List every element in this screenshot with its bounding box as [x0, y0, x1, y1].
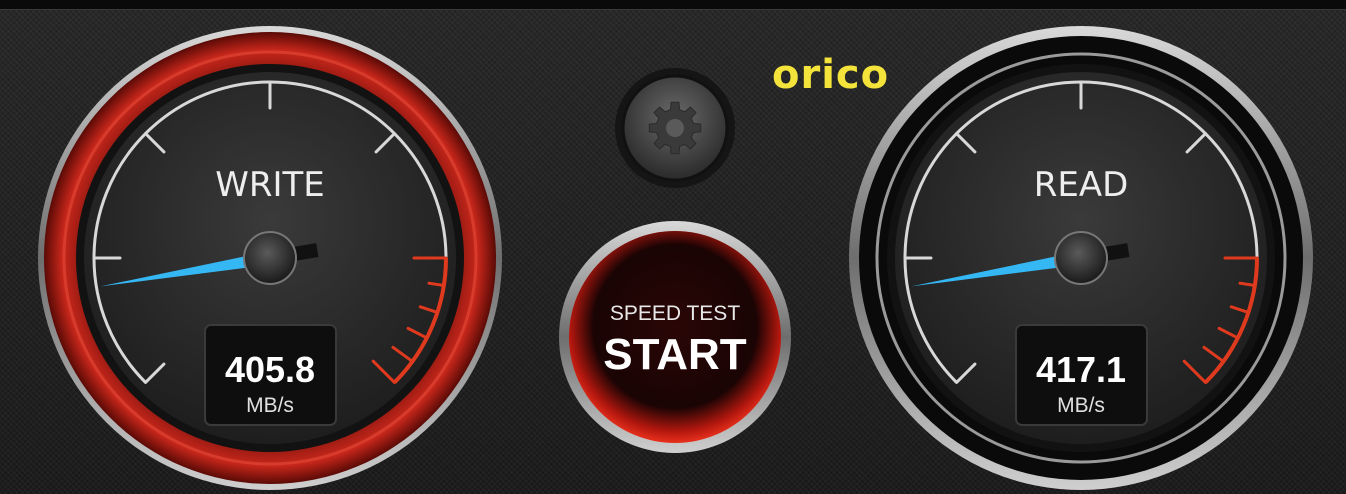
write-speed-value: 405.8 — [225, 349, 315, 390]
start-button[interactable]: SPEED TEST START — [559, 221, 791, 453]
read-gauge: READ 417.1 MB/s — [849, 26, 1313, 490]
app-window: WRITE 405.8 MB/s READ 417.1 MB/s SPEED T… — [0, 0, 1346, 494]
write-speed-unit: MB/s — [246, 394, 294, 417]
gear-center — [666, 119, 684, 137]
start-button-label: START — [603, 330, 747, 379]
read-speed-value: 417.1 — [1036, 349, 1126, 390]
write-gauge: WRITE 405.8 MB/s — [38, 26, 502, 490]
read-gauge-title: READ — [1034, 165, 1129, 205]
start-button-subtitle: SPEED TEST — [610, 302, 740, 325]
write-gauge-title: WRITE — [215, 165, 325, 205]
settings-button[interactable] — [615, 68, 735, 188]
brand-label: orico — [772, 52, 890, 98]
dashboard-canvas: WRITE 405.8 MB/s READ 417.1 MB/s SPEED T… — [38, 26, 1313, 490]
read-gauge-hub — [1054, 231, 1108, 285]
read-speed-unit: MB/s — [1057, 394, 1105, 417]
write-gauge-hub — [243, 231, 297, 285]
gear-icon — [648, 101, 702, 155]
